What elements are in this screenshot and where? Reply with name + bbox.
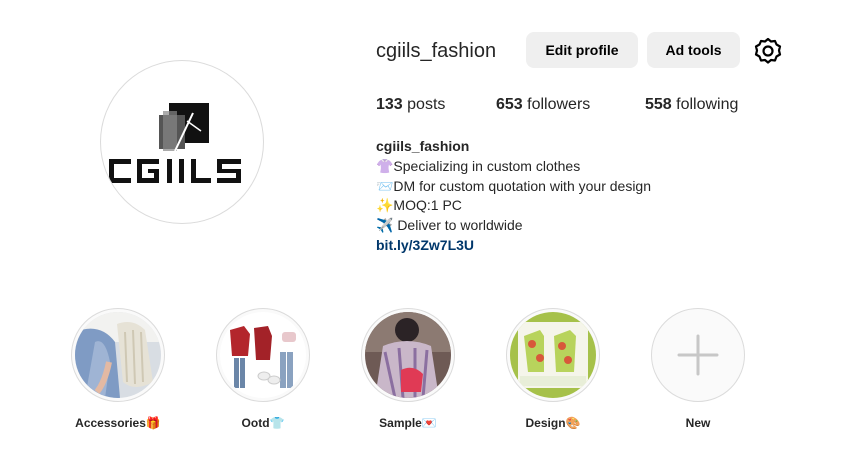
highlight-design[interactable]: Design🎨: [506, 308, 600, 430]
highlight-label: Accessories🎁: [75, 416, 161, 430]
followers-count-value: 653: [496, 96, 523, 113]
new-highlight-button[interactable]: New: [651, 308, 745, 430]
highlight-label: Ootd👕: [241, 416, 285, 430]
highlight-ring: [651, 308, 745, 402]
profile-bio: cgiils_fashion 👚Specializing in custom c…: [376, 137, 776, 256]
highlight-ootd[interactable]: Ootd👕: [216, 308, 310, 430]
posts-count-label: posts: [402, 96, 446, 113]
following-count-value: 558: [645, 96, 672, 113]
bio-line: ✨MOQ:1 PC: [376, 197, 462, 214]
followers-count-label: followers: [522, 96, 591, 113]
highlight-label: New: [685, 416, 711, 430]
highlight-ring: [71, 308, 165, 402]
profile-username: cgiils_fashion: [376, 40, 497, 62]
followers-count[interactable]: 653 followers: [496, 94, 590, 116]
highlight-accessories[interactable]: Accessories🎁: [71, 308, 165, 430]
posts-count: 133 posts: [376, 94, 445, 116]
bio-line: 📨DM for custom quotation with your desig…: [376, 177, 651, 194]
highlight-label: Design🎨: [525, 416, 581, 430]
highlight-ring: [361, 308, 455, 402]
following-count-label: following: [671, 96, 739, 113]
highlight-sample[interactable]: Sample💌: [361, 308, 455, 430]
bio-line: 👚Specializing in custom clothes: [376, 157, 581, 174]
ad-tools-button[interactable]: Ad tools: [647, 32, 740, 68]
bio-link[interactable]: bit.ly/3Zw7L3U: [376, 236, 776, 256]
plus-icon: [655, 312, 741, 398]
highlight-thumbnail: [75, 312, 161, 398]
cgiils-logo: [109, 103, 241, 183]
posts-count-value: 133: [376, 96, 403, 113]
highlight-label: Sample💌: [379, 416, 437, 430]
bio-name: cgiils_fashion: [376, 138, 470, 154]
gear-icon[interactable]: [754, 37, 782, 65]
profile-avatar[interactable]: [100, 60, 264, 224]
edit-profile-button[interactable]: Edit profile: [526, 32, 638, 68]
highlight-thumbnail: [365, 312, 451, 398]
highlight-thumbnail: [510, 312, 596, 398]
highlight-ring: [216, 308, 310, 402]
highlight-ring: [506, 308, 600, 402]
bio-line: ✈️ Deliver to worldwide: [376, 217, 523, 234]
following-count[interactable]: 558 following: [645, 94, 738, 116]
highlight-thumbnail: [220, 312, 306, 398]
